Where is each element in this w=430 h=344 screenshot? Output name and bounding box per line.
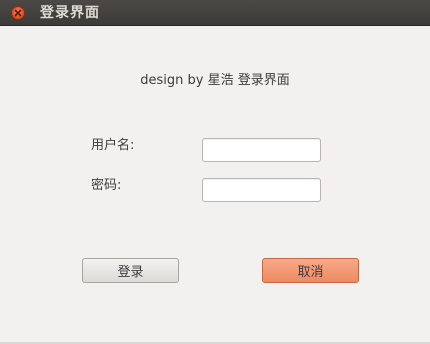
password-label: 密码: (91, 178, 122, 193)
login-window: 登录界面 design by 星浩 登录界面 用户名: 密码: 登录 取消 (0, 0, 430, 344)
title-bar: 登录界面 (0, 0, 430, 26)
username-input[interactable] (202, 138, 321, 162)
window-title: 登录界面 (40, 5, 100, 21)
close-window-button[interactable] (11, 6, 25, 20)
cancel-button[interactable]: 取消 (262, 258, 359, 283)
credit-text: design by 星浩 登录界面 (140, 73, 290, 88)
password-input[interactable] (202, 178, 321, 202)
username-label: 用户名: (91, 138, 135, 153)
close-icon (14, 9, 22, 17)
login-button[interactable]: 登录 (82, 258, 179, 283)
